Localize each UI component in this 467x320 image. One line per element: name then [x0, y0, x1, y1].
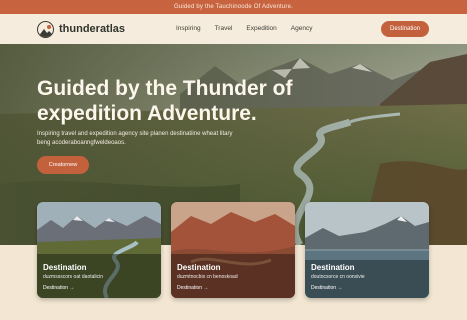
announcement-text: Guided by the Tauchinoode Of Adventure. [173, 4, 294, 10]
nav-link-inspiring[interactable]: Inspiring [176, 25, 201, 32]
announcement-bar: Guided by the Tauchinoode Of Adventure. [0, 0, 467, 14]
destination-card-1[interactable]: Destination duzmssscors oat daotalicin D… [37, 202, 161, 298]
hero-title: Guided by the Thunder of expedition Adve… [37, 76, 327, 126]
card-3-title: Destination [311, 263, 355, 272]
destination-card-3[interactable]: Destination doutocsorce cn oonsivie Dest… [305, 202, 429, 298]
nav-link-expedition[interactable]: Expedition [246, 25, 276, 32]
card-1-title: Destination [43, 263, 87, 272]
card-2-title: Destination [177, 263, 221, 272]
card-3-description: doutocsorce cn oonsivie [311, 274, 365, 280]
brand-name[interactable]: thunderatlas [59, 23, 125, 35]
nav-link-agency[interactable]: Agency [291, 25, 313, 32]
card-2-image [171, 202, 295, 298]
mountain-logo-icon[interactable] [37, 21, 54, 38]
card-3-link[interactable]: Destination → [311, 285, 342, 291]
hero-subtitle: Inspiring travel and expedition agency s… [37, 131, 233, 146]
card-2-link[interactable]: Destination → [177, 285, 208, 291]
card-1-link[interactable]: Destination → [43, 285, 74, 291]
card-2-description: duzmtnocbis cn benoskoad [177, 274, 238, 280]
nav-link-travel[interactable]: Travel [215, 25, 233, 32]
hero-title-line-1: Guided by the Thunder of [37, 77, 293, 100]
hero-cta-button[interactable]: Creatornew [37, 156, 89, 174]
hero-title-line-2: expedition Adventure. [37, 102, 257, 125]
card-1-description: duzmssscors oat daotalicin [43, 274, 104, 280]
card-3-image [305, 202, 429, 298]
card-1-image [37, 202, 161, 298]
navbar: thunderatlas Inspiring Travel Expedition… [0, 14, 467, 44]
destination-card-2[interactable]: Destination duzmtnocbis cn benoskoad Des… [171, 202, 295, 298]
nav-links: Inspiring Travel Expedition Agency [176, 25, 312, 32]
destination-button[interactable]: Destination [381, 21, 429, 37]
